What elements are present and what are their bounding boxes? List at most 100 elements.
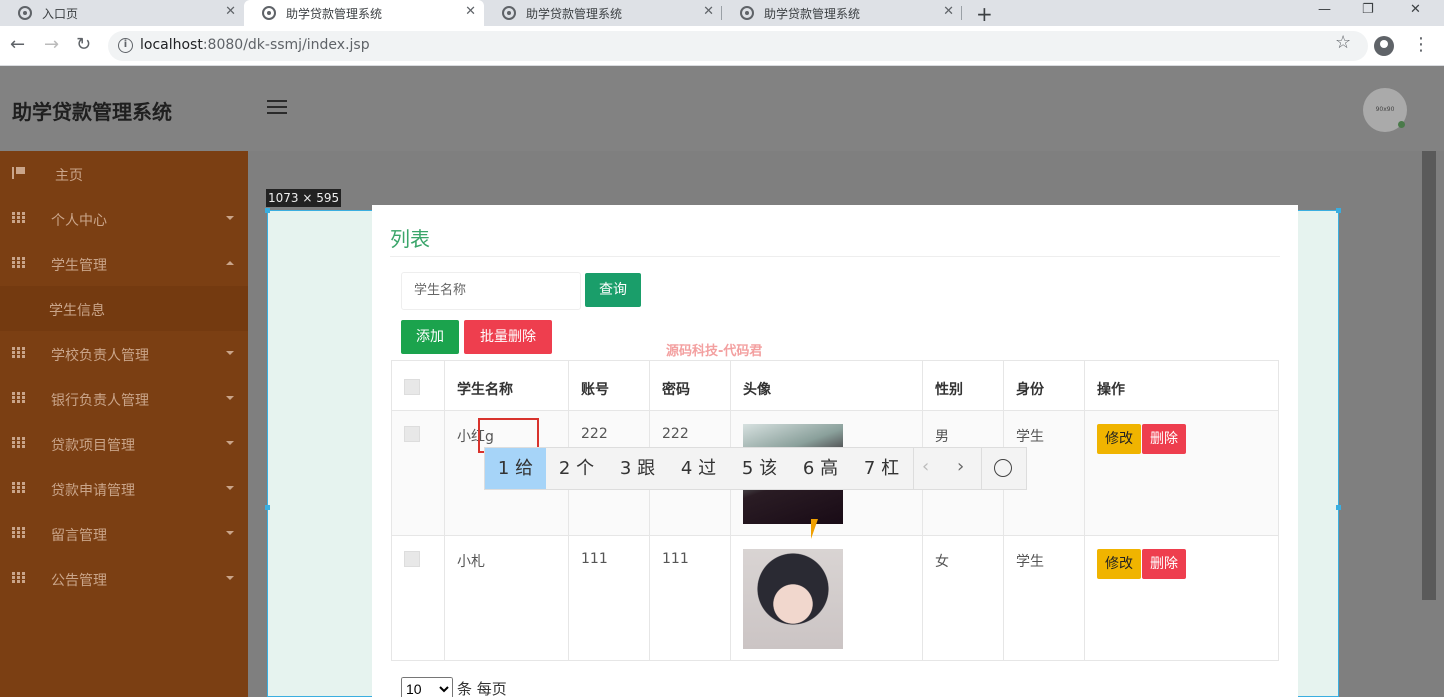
watermark: 源码科技-代码君 (666, 344, 763, 359)
app-title: 助学贷款管理系统 (12, 100, 172, 124)
grid-icon (12, 527, 26, 539)
flag-icon (12, 167, 26, 179)
page-size-select[interactable]: 10 (401, 677, 453, 697)
window-close-icon[interactable]: ✕ (1410, 2, 1421, 17)
profile-icon[interactable] (1374, 36, 1394, 56)
browser-tab-1[interactable]: 入口页 ✕ (0, 0, 244, 26)
restore-icon[interactable]: ❐ (1362, 2, 1374, 17)
batch-delete-button[interactable]: 批量删除 (464, 320, 552, 354)
browser-tab-2[interactable]: 助学贷款管理系统 ✕ (244, 0, 484, 26)
sidebar-item-messages[interactable]: 留言管理 (0, 511, 248, 556)
column-header: 学生名称 (444, 360, 569, 411)
divider (390, 256, 1280, 257)
browser-toolbar: ← → ↻ i localhost:8080/dk-ssmj/index.jsp… (0, 26, 1444, 66)
browser-tab-3[interactable]: 助学贷款管理系统 ✕ (484, 0, 722, 26)
column-header: 密码 (649, 360, 731, 411)
sidebar-item-loan-projects[interactable]: 贷款项目管理 (0, 421, 248, 466)
browser-tab-bar: 入口页 ✕ 助学贷款管理系统 ✕ 助学贷款管理系统 ✕ 助学贷款管理系统 ✕ +… (0, 0, 1444, 26)
student-table: 学生名称 账号 密码 头像 性别 身份 操作 小红g 222 222 男 学生 … (391, 360, 1279, 661)
address-bar[interactable]: i localhost:8080/dk-ssmj/index.jsp (108, 31, 1368, 61)
delete-button[interactable]: 删除 (1142, 549, 1186, 579)
close-icon[interactable]: ✕ (465, 4, 476, 19)
grid-icon (12, 347, 26, 359)
chevron-up-icon (226, 261, 234, 265)
sidebar-item-loan-applications[interactable]: 贷款申请管理 (0, 466, 248, 511)
ime-candidate[interactable]: 5 该 (729, 448, 790, 489)
url-text[interactable]: localhost:8080/dk-ssmj/index.jsp (140, 37, 370, 53)
pagination: 10条 每页 (401, 677, 507, 697)
bookmark-star-icon[interactable]: ☆ (1335, 32, 1351, 53)
back-icon[interactable]: ← (10, 34, 25, 55)
ime-candidate[interactable]: 1 给 (485, 448, 546, 489)
hamburger-menu-icon[interactable] (267, 100, 287, 114)
close-icon[interactable]: ✕ (943, 4, 954, 19)
reload-icon[interactable]: ↻ (76, 34, 91, 55)
search-button[interactable]: 查询 (585, 273, 641, 307)
globe-icon (502, 6, 516, 20)
online-status-dot (1398, 121, 1405, 128)
column-header: 账号 (568, 360, 650, 411)
page-size-label: 条 每页 (457, 680, 507, 697)
delete-button[interactable]: 删除 (1142, 424, 1186, 454)
column-header: 头像 (730, 360, 923, 411)
select-all-checkbox[interactable] (404, 379, 420, 395)
grid-icon (12, 482, 26, 494)
page-title: 列表 (390, 227, 430, 251)
chevron-down-icon (226, 396, 234, 400)
avatar-photo (743, 549, 843, 649)
tab-title: 助学贷款管理系统 (286, 7, 383, 21)
new-tab-icon[interactable]: + (976, 2, 993, 26)
edit-button[interactable]: 修改 (1097, 549, 1141, 579)
globe-icon (18, 6, 32, 20)
ime-candidate[interactable]: 2 个 (546, 448, 607, 489)
forward-icon[interactable]: → (44, 34, 59, 55)
scrollbar[interactable] (1422, 151, 1436, 600)
globe-icon (740, 6, 754, 20)
search-input[interactable]: 学生名称 (401, 272, 581, 310)
cell-password: 111 (649, 535, 731, 661)
column-header: 操作 (1084, 360, 1279, 411)
cell-role: 学生 (1003, 535, 1085, 661)
ime-candidate[interactable]: 7 杠 (851, 448, 912, 489)
add-button[interactable]: 添加 (401, 320, 459, 354)
column-header: 性别 (922, 360, 1004, 411)
sidebar-item-announcements[interactable]: 公告管理 (0, 556, 248, 601)
sidebar: 主页 个人中心 学生管理 学生信息 学校负责人管理 银行负责人管理 贷款项目管理… (0, 151, 248, 697)
chevron-left-icon[interactable]: ‹ (922, 456, 929, 477)
cell-name: 小札 (444, 535, 569, 661)
info-icon[interactable]: i (118, 38, 133, 53)
grid-icon (12, 572, 26, 584)
tab-title: 入口页 (42, 7, 79, 21)
row-checkbox[interactable] (404, 426, 420, 442)
dimension-label: 1073 × 595 (266, 189, 342, 207)
close-icon[interactable]: ✕ (703, 4, 714, 19)
browser-tab-4[interactable]: 助学贷款管理系统 ✕ (722, 0, 962, 26)
kebab-menu-icon[interactable]: ⋮ (1412, 34, 1430, 55)
tab-title: 助学贷款管理系统 (526, 7, 623, 21)
sidebar-item-student-info[interactable]: 学生信息 (0, 286, 248, 331)
close-icon[interactable]: ✕ (225, 4, 236, 19)
grid-icon (12, 392, 26, 404)
sidebar-item-school-managers[interactable]: 学校负责人管理 (0, 331, 248, 376)
cell-gender: 女 (922, 535, 1004, 661)
chevron-down-icon (226, 576, 234, 580)
ime-candidate[interactable]: 4 过 (668, 448, 729, 489)
sidebar-item-profile[interactable]: 个人中心 (0, 196, 248, 241)
grid-icon (12, 257, 26, 269)
emoji-icon[interactable] (994, 459, 1012, 477)
table-row: 小札 111 111 女 学生 修改 删除 (391, 535, 1279, 661)
app-header: 助学贷款管理系统 90x90 (0, 66, 1444, 151)
ime-candidate[interactable]: 6 高 (790, 448, 851, 489)
ime-candidate-bar: 1 给 2 个 3 跟 4 过 5 该 6 高 7 杠 ‹ › (484, 447, 1027, 490)
chevron-down-icon (226, 216, 234, 220)
avatar[interactable]: 90x90 (1363, 88, 1407, 132)
sidebar-item-bank-managers[interactable]: 银行负责人管理 (0, 376, 248, 421)
edit-button[interactable]: 修改 (1097, 424, 1141, 454)
ime-candidate[interactable]: 3 跟 (607, 448, 668, 489)
mouse-cursor-icon (811, 519, 818, 539)
minimize-icon[interactable]: — (1318, 2, 1331, 17)
row-checkbox[interactable] (404, 551, 420, 567)
sidebar-item-home[interactable]: 主页 (0, 151, 248, 196)
chevron-right-icon[interactable]: › (957, 456, 964, 477)
sidebar-item-students[interactable]: 学生管理 (0, 241, 248, 286)
